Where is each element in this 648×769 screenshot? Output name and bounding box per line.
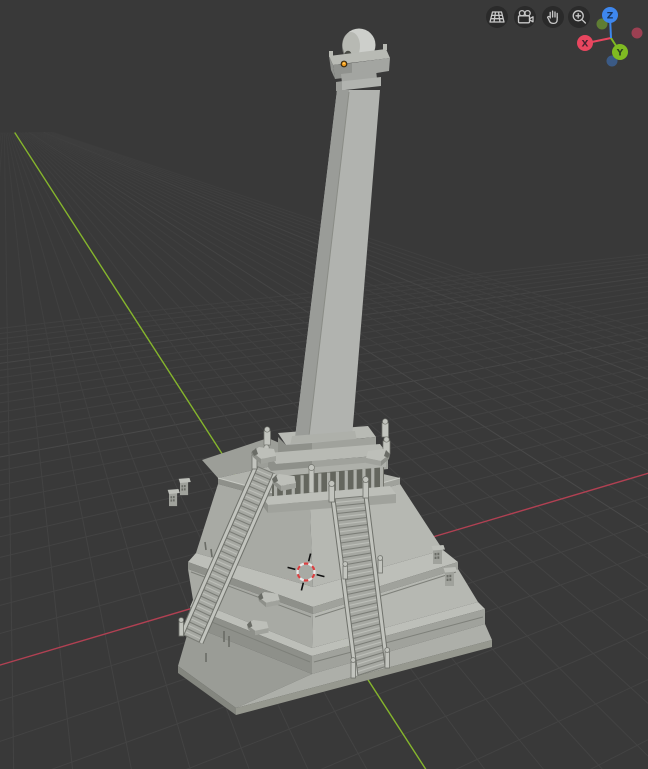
axis-label-y: Y xyxy=(616,49,624,59)
axis-label-x: X xyxy=(582,40,589,50)
move-view-button[interactable] xyxy=(542,6,564,28)
blender-3d-viewport[interactable]: X Y Z xyxy=(0,0,648,769)
viewport-canvas[interactable] xyxy=(0,0,648,769)
navigation-axis-gizmo[interactable]: X Y Z xyxy=(575,4,647,70)
toggle-projection-button[interactable] xyxy=(486,6,508,28)
camera-view-button[interactable] xyxy=(514,6,536,28)
camera-icon xyxy=(514,6,536,28)
hand-icon xyxy=(542,6,564,28)
axis-ball-neg-x[interactable] xyxy=(632,28,643,39)
grid-perspective-icon xyxy=(486,6,508,28)
axis-label-z: Z xyxy=(607,12,614,22)
